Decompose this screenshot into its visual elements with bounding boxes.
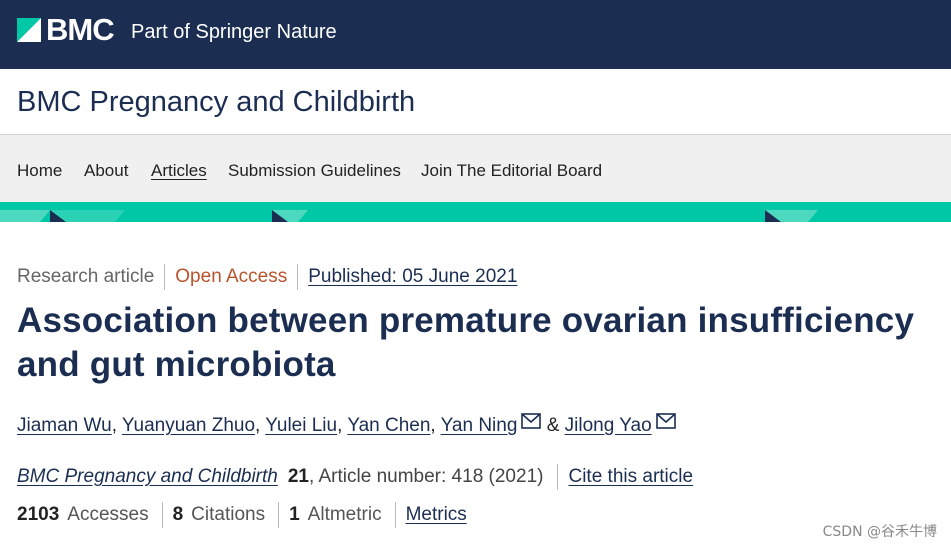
article-type: Research article [17, 266, 155, 287]
meta-divider [164, 264, 166, 290]
altmetric-count: 1 [289, 504, 300, 525]
author-link[interactable]: Yuanyuan Zhuo [122, 415, 255, 436]
brand-tagline[interactable]: Part of Springer Nature [131, 20, 337, 44]
accent-band [0, 202, 951, 222]
nav-item-about[interactable]: About [84, 161, 128, 181]
author-separator: , [255, 415, 261, 436]
author-link[interactable]: Yulei Liu [265, 415, 337, 436]
cite-this-article-link[interactable]: Cite this article [568, 463, 693, 491]
nav-item-submission-guidelines[interactable]: Submission Guidelines [228, 161, 401, 181]
published-date-link[interactable]: Published: 05 June 2021 [308, 263, 517, 291]
citations-label: Citations [191, 504, 266, 525]
citation-journal-link[interactable]: BMC Pregnancy and Childbirth [17, 463, 278, 491]
nav-item-articles[interactable]: Articles [151, 161, 207, 181]
brand-name[interactable]: BMC [46, 12, 115, 48]
bmc-logo-icon[interactable] [17, 18, 41, 42]
citation-divider [557, 464, 559, 490]
author-link[interactable]: Jilong Yao [565, 415, 652, 436]
metrics-divider [278, 502, 280, 528]
email-icon[interactable] [655, 413, 676, 429]
altmetric-label: Altmetric [307, 504, 382, 525]
accent-pattern [0, 202, 951, 222]
journal-header: BMC Pregnancy and Childbirth [0, 69, 951, 135]
open-access-badge: Open Access [175, 266, 288, 287]
nav-item-join-editorial-board[interactable]: Join The Editorial Board [421, 161, 602, 181]
author-link[interactable]: Yan Ning [441, 415, 518, 436]
author-separator: , [430, 415, 436, 436]
metrics-divider [394, 502, 396, 528]
citation-line: BMC Pregnancy and Childbirth 21, Article … [17, 463, 693, 491]
site-header: BMC Part of Springer Nature [0, 0, 951, 69]
watermark-text: CSDN @谷禾牛博 [822, 524, 937, 540]
journal-title[interactable]: BMC Pregnancy and Childbirth [17, 85, 415, 119]
nav-item-home[interactable]: Home [17, 161, 62, 181]
article-meta: Research article Open Access Published: 05… [17, 263, 517, 291]
author-list: Jiaman Wu, Yuanyuan Zhuo, Yulei Liu, Yan… [17, 413, 676, 439]
article-title: Association between premature ovarian in… [17, 301, 915, 384]
citation-article-number: , Article number: 418 (2021) [309, 466, 544, 487]
article-metrics: 2103 Accesses 8 Citations 1 Altmetric Metrics [17, 501, 467, 529]
accesses-count: 2103 [17, 504, 60, 525]
author-separator: , [111, 415, 117, 436]
author-link[interactable]: Jiaman Wu [17, 415, 112, 436]
meta-divider [297, 264, 299, 290]
email-icon[interactable] [521, 413, 542, 429]
metrics-divider [161, 502, 163, 528]
citation-volume: 21 [287, 466, 309, 487]
author-conjunction: & [546, 415, 560, 436]
citations-count: 8 [172, 504, 184, 525]
accesses-label: Accesses [67, 504, 149, 525]
journal-nav: Home About Articles Submission Guideline… [0, 135, 951, 202]
metrics-link[interactable]: Metrics [406, 501, 467, 529]
author-link[interactable]: Yan Chen [347, 415, 430, 436]
author-separator: , [337, 415, 343, 436]
